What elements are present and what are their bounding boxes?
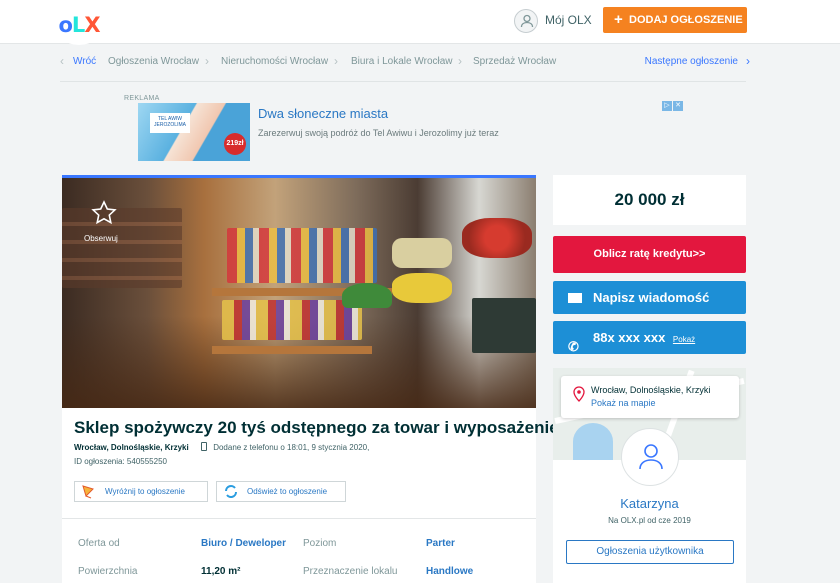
envelope-icon	[568, 293, 582, 303]
user-since: Na OLX.pl od cze 2019	[608, 516, 691, 525]
added-from-phone: Dodane z telefonu	[213, 443, 279, 452]
shelf	[212, 346, 372, 354]
show-phone-button[interactable]: ✆ 88x xxx xxx Pokaż	[553, 321, 746, 354]
my-olx-link[interactable]: Mój OLX	[545, 13, 592, 27]
property-value[interactable]: Biuro / Deweloper	[201, 538, 286, 549]
price: 20 000 zł	[553, 175, 746, 225]
plus-icon: +	[614, 11, 623, 28]
avatar[interactable]	[621, 428, 679, 486]
bags	[392, 238, 452, 268]
added-date: o 18:01, 9 stycznia 2020,	[280, 443, 370, 452]
refresh-button[interactable]: Odśwież to ogłoszenie	[216, 481, 346, 502]
phone-number: 88x xxx xxx	[593, 330, 666, 345]
listing-photo[interactable]	[62, 175, 536, 408]
products-shelf	[222, 300, 362, 340]
add-listing-button[interactable]: + DODAJ OGŁOSZENIE	[603, 7, 747, 33]
listing-location: Wrocław, Dolnośląskie, Krzyki	[74, 443, 189, 452]
crate	[472, 298, 536, 353]
chevron-left-icon: ‹	[60, 54, 64, 68]
location-box: Wrocław, Dolnośląskie, Krzyki Pokaż na m…	[561, 376, 739, 418]
show-on-map-link[interactable]: Pokaż na mapie	[591, 398, 656, 408]
bananas	[392, 273, 452, 303]
property-value[interactable]: Handlowe	[426, 566, 473, 577]
promote-label: Wyróżnij to ogłoszenie	[105, 487, 185, 496]
listing-title: Sklep spożywczy 20 tyś odstępnego za tow…	[74, 418, 564, 437]
watermelon	[342, 283, 392, 308]
phone-icon: ✆	[568, 339, 579, 354]
top-header: oLX Mój OLX + DODAJ OGŁOSZENIE	[0, 0, 840, 45]
apples	[462, 218, 532, 258]
star-icon	[91, 200, 117, 225]
observe-label: Obserwuj	[84, 234, 118, 243]
ad-text: Zarezerwuj swoją podróż do Tel Awiwu i J…	[258, 128, 499, 138]
ad-badge: TEL AWIW JEROZOLIMA	[150, 113, 190, 133]
ad-title[interactable]: Dwa słoneczne miasta	[258, 106, 388, 121]
chevron-right-icon: ›	[334, 54, 338, 68]
show-phone-link[interactable]: Pokaż	[673, 335, 695, 344]
ad-label: REKLAMA	[124, 95, 160, 102]
olx-logo[interactable]: oLX	[55, 5, 103, 45]
property-key: Powierzchnia	[78, 566, 138, 577]
send-message-button[interactable]: Napisz wiadomość	[553, 281, 746, 314]
property-value: 11,20 m²	[201, 566, 241, 577]
listing-id: ID ogłoszenia: 540555250	[74, 457, 167, 466]
user-name[interactable]: Katarzyna	[553, 496, 746, 511]
chevron-right-icon: ›	[458, 54, 462, 68]
credit-calc-button[interactable]: Oblicz ratę kredytu>>	[553, 236, 746, 273]
property-key: Poziom	[303, 538, 337, 549]
chevron-right-icon: ›	[746, 54, 750, 68]
kite-icon	[82, 485, 94, 499]
next-listing-link[interactable]: Następne ogłoszenie	[645, 56, 738, 67]
breadcrumb-item[interactable]: Biura i Lokale Wrocław	[351, 56, 453, 67]
products-shelf	[227, 228, 377, 283]
map-pin-icon	[573, 386, 585, 402]
user-icon[interactable]	[514, 9, 538, 33]
add-listing-label: DODAJ OGŁOSZENIE	[629, 14, 743, 26]
divider	[62, 518, 536, 519]
property-key: Przeznaczenie lokalu	[303, 566, 398, 577]
location-text: Wrocław, Dolnośląskie, Krzyki	[591, 385, 711, 395]
user-icon	[639, 444, 663, 470]
promote-button[interactable]: Wyróżnij to ogłoszenie	[74, 481, 208, 502]
refresh-icon	[225, 485, 237, 498]
phone-icon	[200, 442, 207, 451]
back-link[interactable]: Wróć	[73, 56, 96, 67]
user-card: Wrocław, Dolnośląskie, Krzyki Pokaż na m…	[553, 368, 746, 583]
map-water	[573, 423, 613, 460]
breadcrumb: ‹ Wróć Ogłoszenia Wrocław › Nieruchomośc…	[60, 54, 750, 70]
send-message-label: Napisz wiadomość	[593, 290, 710, 305]
refresh-label: Odśwież to ogłoszenie	[247, 487, 328, 496]
divider	[60, 81, 746, 82]
user-ads-button[interactable]: Ogłoszenia użytkownika	[566, 540, 734, 564]
ad-choices-icon[interactable]: ▷ ✕	[662, 94, 684, 111]
ad-image[interactable]: TEL AWIW JEROZOLIMA 219zł	[138, 103, 250, 161]
listing-details: Sklep spożywczy 20 tyś odstępnego za tow…	[62, 408, 563, 583]
property-value[interactable]: Parter	[426, 538, 455, 549]
ad-price-badge: 219zł	[224, 133, 246, 155]
breadcrumb-item[interactable]: Nieruchomości Wrocław	[221, 56, 328, 67]
breadcrumb-item[interactable]: Ogłoszenia Wrocław	[108, 56, 199, 67]
listing-meta: Wrocław, Dolnośląskie, Krzyki Dodane z t…	[74, 442, 369, 452]
breadcrumb-item[interactable]: Sprzedaż Wrocław	[473, 56, 556, 67]
chevron-right-icon: ›	[205, 54, 209, 68]
property-key: Oferta od	[78, 538, 120, 549]
